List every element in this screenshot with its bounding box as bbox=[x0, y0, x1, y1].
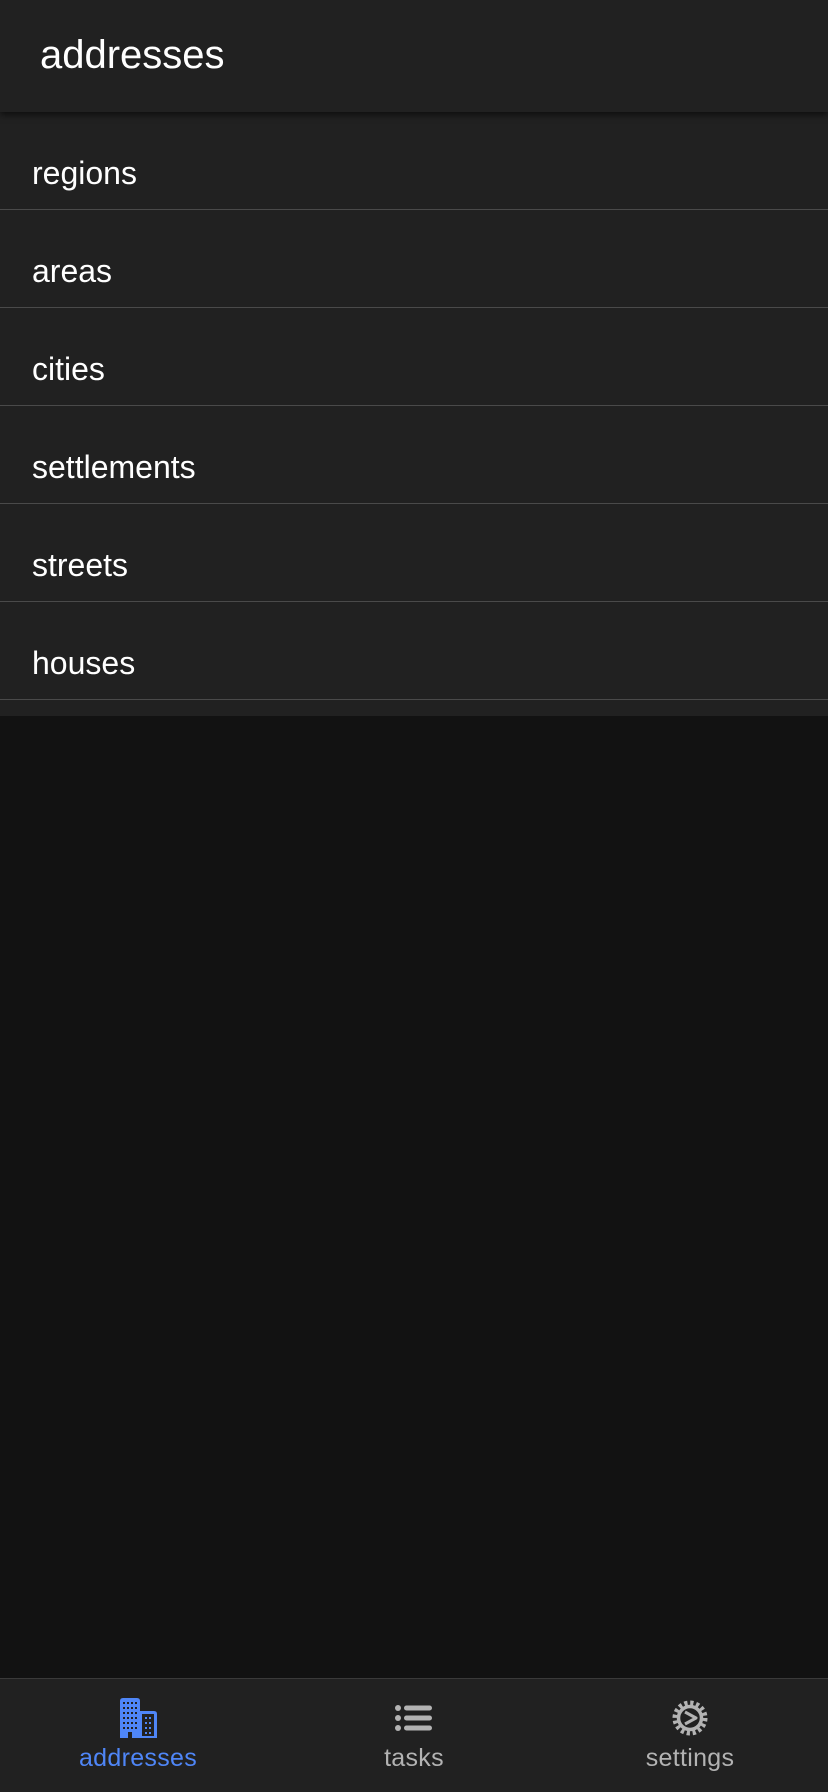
tab-label: settings bbox=[645, 1744, 735, 1772]
list-item-regions[interactable]: regions bbox=[0, 112, 828, 210]
list-icon bbox=[395, 1705, 432, 1731]
tab-label: tasks bbox=[384, 1744, 444, 1772]
page-title: addresses bbox=[40, 33, 225, 77]
tab-addresses[interactable]: addresses bbox=[0, 1679, 276, 1792]
list-item-houses[interactable]: houses bbox=[0, 602, 828, 700]
list-item-streets[interactable]: streets bbox=[0, 504, 828, 602]
list-item-cities[interactable]: cities bbox=[0, 308, 828, 406]
buildings-icon bbox=[120, 1698, 157, 1738]
app-bar: addresses bbox=[0, 0, 828, 112]
tab-label: addresses bbox=[78, 1744, 198, 1772]
list-item-settlements[interactable]: settlements bbox=[0, 406, 828, 504]
address-category-list: regions areas cities settlements streets… bbox=[0, 112, 828, 716]
tab-settings[interactable]: settings bbox=[552, 1679, 828, 1792]
app-screen: addresses regions areas cities settlemen… bbox=[0, 0, 828, 1792]
tab-tasks[interactable]: tasks bbox=[276, 1679, 552, 1792]
gear-icon bbox=[672, 1700, 708, 1736]
list-item-areas[interactable]: areas bbox=[0, 210, 828, 308]
list-item-label: houses bbox=[32, 645, 136, 681]
bottom-navigation: addresses tasks settings bbox=[0, 1678, 828, 1792]
